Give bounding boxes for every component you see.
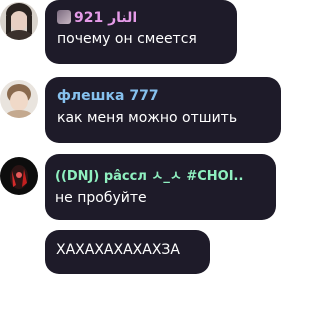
message-text: как меня можно отшить [57,110,238,126]
message-text: не пробуйте [55,190,147,206]
message-sender[interactable]: флешка 777 [57,88,281,104]
user-avatar[interactable] [0,157,38,195]
message-sender[interactable]: 921 النار [57,10,237,26]
user-avatar[interactable] [0,80,38,118]
message-bubble[interactable]: ((DNJ) pâccл ㅅ_ㅅ #CHOI.. не пробуйте [45,154,276,220]
user-avatar[interactable] [0,2,38,40]
message-sender[interactable]: ((DNJ) pâccл ㅅ_ㅅ #CHOI.. [55,165,276,184]
message-bubble[interactable]: флешка 777 как меня можно отшить [45,77,281,143]
sender-badge-icon [57,10,71,24]
sender-name: 921 النار [74,10,138,26]
message-bubble[interactable]: ХАХАХАХАХАХЗА [45,230,210,274]
message-text: ХАХАХАХАХАХЗА [56,242,180,258]
chat-message-list: 921 النار почему он смеется флешка 777 к… [0,0,282,320]
message-text: почему он смеется [57,31,197,47]
message-bubble[interactable]: 921 النار почему он смеется [45,0,237,64]
